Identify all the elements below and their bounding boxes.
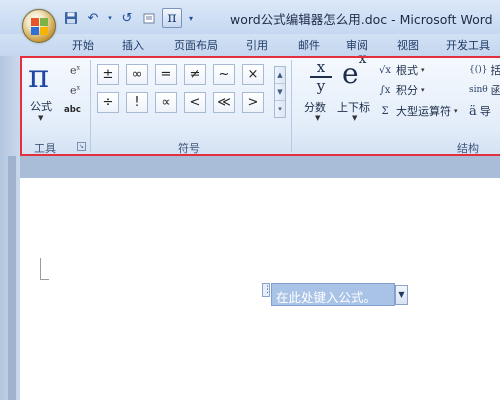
linear-format-icon[interactable]: ex xyxy=(66,84,84,100)
quick-access-toolbar: ↶ ▾ ↺ π ▾ xyxy=(62,8,196,28)
accent-icon: ä xyxy=(469,103,477,119)
symbol-infinity[interactable]: ∞ xyxy=(126,64,148,85)
redo-icon[interactable]: ↺ xyxy=(118,9,136,27)
integral-icon: ∫x xyxy=(379,84,391,96)
fraction-icon[interactable]: xy xyxy=(308,60,334,94)
equation-pi-icon[interactable]: π xyxy=(28,60,49,92)
window-title: word公式编辑器怎么用.doc - Microsoft Word xyxy=(230,12,493,27)
ribbon-tabs: 开始 插入 页面布局 引用 邮件 审阅 视图 开发工具 xyxy=(0,34,500,56)
professional-format-icon[interactable]: ex xyxy=(66,64,84,80)
title-bar: ↶ ▾ ↺ π ▾ word公式编辑器怎么用.doc - Microsoft W… xyxy=(0,0,500,34)
symbol-divide[interactable]: ÷ xyxy=(97,92,119,113)
symbols-group-label: 符号 xyxy=(178,142,200,155)
equation-input-box[interactable]: 在此处键入公式。 xyxy=(271,283,395,306)
function-icon: sinθ xyxy=(469,85,488,95)
group-separator xyxy=(90,60,91,152)
sum-icon: Σ xyxy=(381,105,389,117)
equation-design-ribbon: π 公式 ▼ ex ex abc 工具 ↘ ± ∞ = ≠ ~ × ÷ ! ∝ … xyxy=(20,52,500,156)
symbol-equals[interactable]: = xyxy=(155,64,177,85)
tools-dialog-launcher-icon[interactable]: ↘ xyxy=(77,142,86,151)
print-preview-icon[interactable] xyxy=(140,9,158,27)
tab-page-layout[interactable]: 页面布局 xyxy=(174,37,218,53)
radical-button[interactable]: √x 根式 ▾ xyxy=(377,61,425,79)
radical-dropdown-icon: ▾ xyxy=(421,66,425,74)
large-operator-label: 大型运算符 xyxy=(396,105,451,118)
tab-developer[interactable]: 开发工具 xyxy=(446,37,490,53)
equation-quick-button[interactable]: π xyxy=(162,8,182,28)
equation-move-handle[interactable]: ⋮ xyxy=(262,283,272,297)
word-window: ↶ ▾ ↺ π ▾ word公式编辑器怎么用.doc - Microsoft W… xyxy=(0,0,500,400)
chevron-up-icon[interactable]: ▲ xyxy=(275,67,285,84)
integral-label: 积分 xyxy=(396,84,418,97)
group-separator xyxy=(291,60,292,152)
tab-view[interactable]: 视图 xyxy=(397,37,419,53)
symbols-gallery-scroller[interactable]: ▲ ▼ ▾ xyxy=(274,66,286,118)
symbol-greater-than[interactable]: > xyxy=(242,92,264,113)
undo-icon[interactable]: ↶ xyxy=(84,9,102,27)
symbol-much-less-than[interactable]: ≪ xyxy=(213,92,235,113)
tab-home[interactable]: 开始 xyxy=(72,37,94,53)
radical-icon: √x xyxy=(378,64,391,76)
tab-insert[interactable]: 插入 xyxy=(122,37,144,53)
document-top-gap xyxy=(20,156,500,178)
symbol-proportional[interactable]: ∝ xyxy=(155,92,177,113)
function-label: 函 xyxy=(490,84,500,97)
large-operator-dropdown-icon: ▾ xyxy=(454,107,458,115)
accent-button[interactable]: ä 导 xyxy=(469,102,491,120)
symbol-tilde[interactable]: ~ xyxy=(213,64,235,85)
tools-group-label: 工具 xyxy=(34,142,56,155)
accent-label: 导 xyxy=(479,105,491,118)
script-dropdown-icon[interactable]: ▼ xyxy=(352,114,357,122)
document-page[interactable] xyxy=(20,178,500,400)
office-button[interactable] xyxy=(22,9,56,43)
symbols-gallery: ± ∞ = ≠ ~ × ÷ ! ∝ < ≪ > xyxy=(97,64,274,118)
symbol-times[interactable]: × xyxy=(242,64,264,85)
left-window-edge xyxy=(0,56,20,400)
structures-group-label: 结构 xyxy=(457,142,479,155)
integral-button[interactable]: ∫x 积分 ▾ xyxy=(377,81,425,99)
symbol-not-equal[interactable]: ≠ xyxy=(184,64,206,85)
script-icon[interactable]: ex xyxy=(342,52,366,88)
undo-dropdown-icon[interactable]: ▾ xyxy=(106,9,114,27)
chevron-down-icon[interactable]: ▼ xyxy=(275,84,285,101)
fraction-dropdown-icon[interactable]: ▼ xyxy=(315,114,320,122)
normal-text-icon[interactable]: abc xyxy=(64,105,81,115)
formula-dropdown-icon[interactable]: ▼ xyxy=(38,114,43,122)
bracket-label: 括 xyxy=(490,64,500,77)
large-operator-button[interactable]: Σ 大型运算符 ▾ xyxy=(377,102,458,120)
equation-options-dropdown-icon[interactable]: ▼ xyxy=(395,285,408,305)
symbol-plus-minus[interactable]: ± xyxy=(97,64,119,85)
customize-toolbar-icon[interactable]: ▾ xyxy=(186,9,196,27)
left-strip-shadow xyxy=(8,156,16,400)
integral-dropdown-icon: ▾ xyxy=(421,86,425,94)
tab-references[interactable]: 引用 xyxy=(246,37,268,53)
formula-button-label[interactable]: 公式 xyxy=(30,98,52,114)
fraction-button-label[interactable]: 分数 xyxy=(304,99,326,115)
equation-placeholder: 在此处键入公式。 xyxy=(276,290,377,305)
page-margin-mark xyxy=(40,258,49,280)
symbol-factorial[interactable]: ! xyxy=(126,92,148,113)
more-icon[interactable]: ▾ xyxy=(275,101,285,118)
office-logo-icon xyxy=(31,18,49,36)
bracket-button[interactable]: {()} 括 xyxy=(469,61,500,79)
radical-label: 根式 xyxy=(396,64,418,77)
tab-mailings[interactable]: 邮件 xyxy=(298,37,320,53)
symbol-less-than[interactable]: < xyxy=(184,92,206,113)
function-button[interactable]: sinθ 函 xyxy=(469,81,500,99)
save-icon[interactable] xyxy=(62,9,80,27)
bracket-icon: {()} xyxy=(469,65,488,75)
script-button-label[interactable]: 上下标 xyxy=(337,99,370,115)
